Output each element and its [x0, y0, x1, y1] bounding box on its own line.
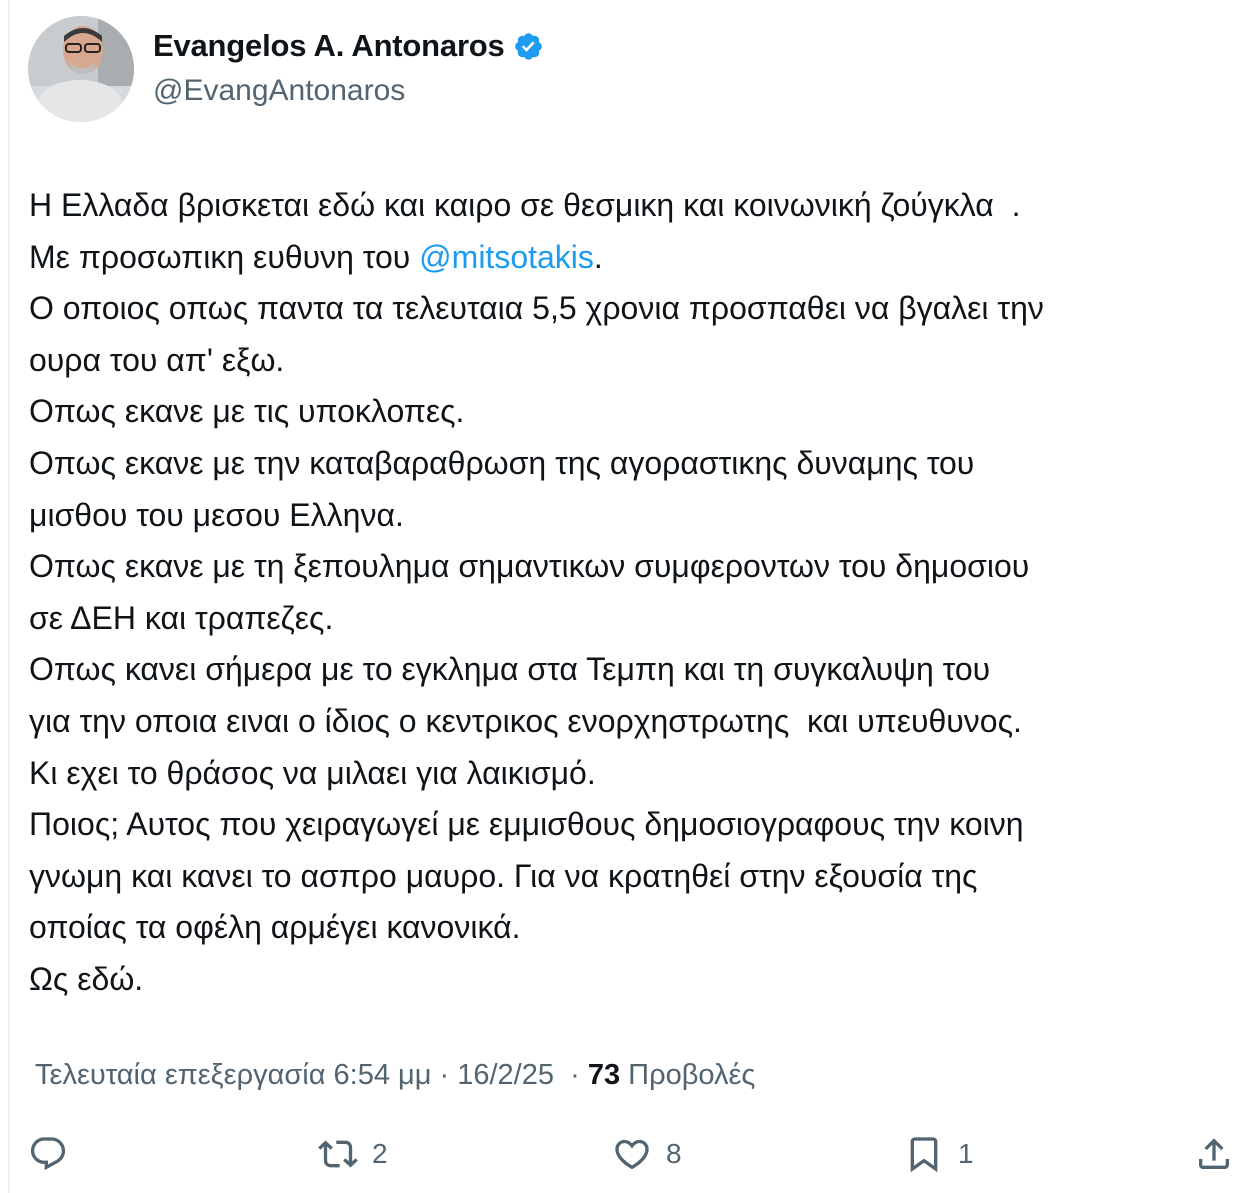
tweet-line: Με προσωπικη ευθυνη του @mitsotakis.: [29, 238, 603, 275]
left-border: [8, 0, 10, 1193]
reply-icon: [30, 1137, 66, 1171]
tweet-line: γνωμη και κανει το ασπρο μαυρο. Για να κ…: [29, 857, 978, 894]
bookmark-button[interactable]: 1: [904, 1128, 974, 1180]
tweet-text: Η Ελλαδα βρισκεται εδώ και καιρο σε θεσμ…: [29, 180, 1244, 1006]
tweet-line: μισθου του μεσου Ελληνα.: [29, 496, 404, 533]
edited-label[interactable]: Τελευταία επεξεργασία 6:54 μμ: [35, 1059, 431, 1091]
verified-badge-icon[interactable]: [513, 31, 544, 62]
display-name[interactable]: Evangelos A. Antonaros: [153, 28, 505, 64]
action-bar: 2 8 1: [0, 1128, 1253, 1180]
tweet-line: Οπως κανει σήμερα με το εγκλημα στα Τεμπ…: [29, 651, 991, 688]
share-button[interactable]: [1194, 1128, 1248, 1180]
tweet-line: για την οποια ειναι ο ίδιος ο κεντρικος …: [29, 702, 1022, 739]
author-name-row[interactable]: Evangelos A. Antonaros: [153, 28, 544, 64]
tweet-meta: Τελευταία επεξεργασία 6:54 μμ · 16/2/25 …: [35, 1059, 755, 1092]
like-count: 8: [666, 1138, 682, 1169]
tweet-line: Κι εχει το θράσος να μιλαει για λαικισμό…: [29, 754, 596, 791]
tweet-line: Οπως εκανε με τις υποκλοπες.: [29, 393, 465, 430]
tweet-line: οποίας τα οφέλη αρμέγει κανονικά.: [29, 909, 521, 946]
tweet-line: Η Ελλαδα βρισκεται εδώ και καιρο σε θεσμ…: [29, 187, 1021, 223]
tweet-line: Ο οποιος οπως παντα τα τελευταια 5,5 χρο…: [29, 290, 1044, 327]
meta-separator: ·: [554, 1059, 588, 1091]
views-count: 73: [587, 1059, 621, 1091]
bookmark-count: 1: [958, 1138, 974, 1169]
heart-icon: [615, 1139, 649, 1170]
avatar-photo: [28, 16, 134, 122]
retweet-icon: [318, 1140, 358, 1168]
meta-separator: ·: [431, 1059, 458, 1091]
tweet-line: ουρα του απ' εξω.: [29, 341, 285, 378]
like-button[interactable]: 8: [612, 1128, 682, 1180]
retweet-count: 2: [372, 1138, 388, 1169]
tweet-line: Οπως εκανε με την καταβαραθρωση της αγορ…: [29, 444, 975, 481]
handle[interactable]: @EvangAntonaros: [153, 74, 405, 108]
tweet-line: Οπως εκανε με τη ξεπουλημα σημαντικων συ…: [29, 548, 1030, 585]
tweet-line: Ως εδώ.: [29, 960, 144, 997]
bookmark-icon: [910, 1137, 938, 1173]
mention-link[interactable]: @mitsotakis: [419, 239, 594, 275]
tweet-line: σε ΔΕΗ και τραπεζες.: [29, 599, 334, 636]
avatar[interactable]: [28, 16, 134, 122]
tweet-line: Ποιος; Αυτος που χειραγωγεί με εμμισθους…: [29, 806, 1024, 843]
reply-button[interactable]: [28, 1128, 82, 1180]
retweet-button[interactable]: 2: [318, 1128, 388, 1180]
views-label: Προβολές: [620, 1059, 756, 1091]
tweet-date[interactable]: 16/2/25: [457, 1059, 554, 1091]
share-icon: [1199, 1138, 1229, 1169]
